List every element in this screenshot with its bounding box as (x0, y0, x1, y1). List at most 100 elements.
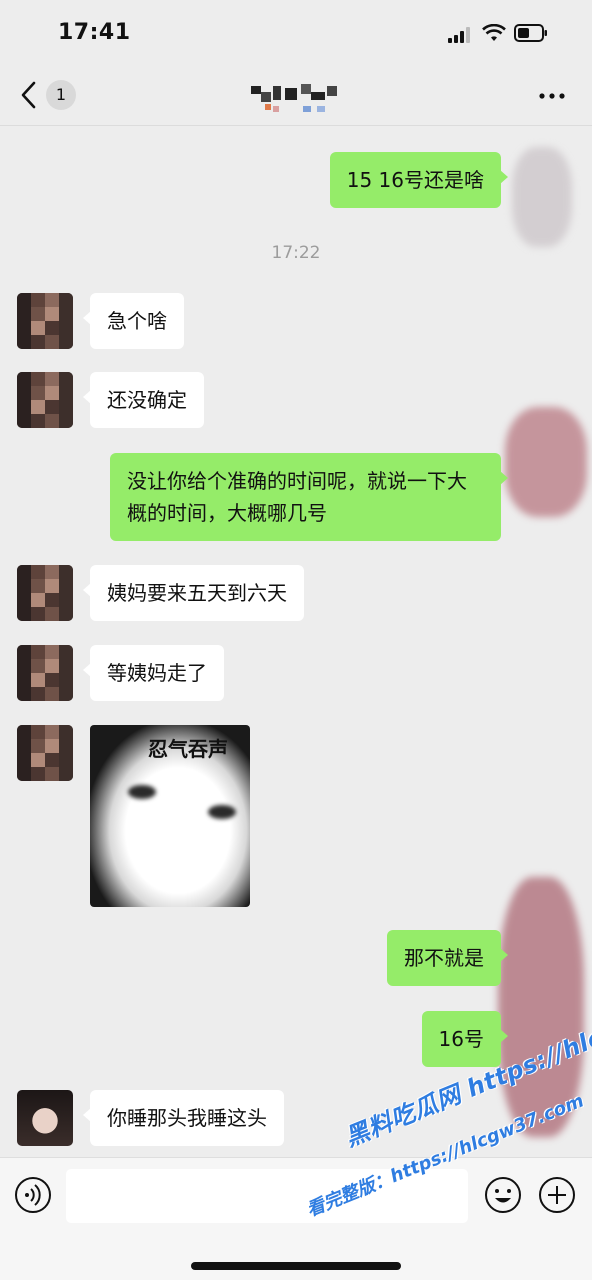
avatar-pixel (17, 400, 31, 414)
avatar-pixel (45, 386, 59, 400)
status-time: 17:41 (58, 20, 131, 45)
avatar-pixel (59, 565, 73, 579)
avatar-pixel (45, 687, 59, 701)
avatar-pixel (59, 687, 73, 701)
avatar-pixel (31, 687, 45, 701)
contact-avatar[interactable] (17, 565, 73, 621)
avatar-pixel (45, 372, 59, 386)
outgoing-message-bubble[interactable]: 没让你给个准确的时间呢，就说一下大概的时间，大概哪几号 (110, 453, 508, 541)
avatar-pixel (45, 414, 59, 428)
avatar-pixel (17, 414, 31, 428)
avatar-pixel (59, 335, 73, 349)
avatar-pixel (17, 293, 31, 307)
avatar-pixel (59, 593, 73, 607)
avatar-pixel (17, 565, 31, 579)
avatar-pixel (59, 386, 73, 400)
chat-message-list[interactable]: 15 16号还是啥 17:22 急个啥 还没确定 没让你给个准确的时间呢，就说一… (0, 127, 592, 1157)
avatar-pixel (31, 321, 45, 335)
avatar-pixel (17, 321, 31, 335)
unread-count-badge[interactable]: 1 (46, 80, 76, 110)
avatar-pixel (45, 725, 59, 739)
avatar-pixel (45, 607, 59, 621)
home-indicator (191, 1262, 401, 1270)
avatar-pixel (59, 659, 73, 673)
avatar-pixel (17, 335, 31, 349)
avatar-pixel (31, 400, 45, 414)
avatar-pixel (17, 753, 31, 767)
contact-name-pixelated (251, 84, 337, 112)
avatar-pixel (17, 739, 31, 753)
avatar-pixel (45, 400, 59, 414)
incoming-message-bubble[interactable]: 急个啥 (83, 293, 184, 349)
avatar-pixel (59, 400, 73, 414)
incoming-message-bubble[interactable]: 姨妈要来五天到六天 (83, 565, 304, 621)
plus-icon[interactable] (538, 1176, 576, 1214)
contact-avatar[interactable] (17, 293, 73, 349)
avatar-pixel (45, 767, 59, 781)
contact-avatar[interactable] (17, 725, 73, 781)
avatar-pixel (31, 753, 45, 767)
avatar-pixel (45, 753, 59, 767)
avatar-pixel (17, 593, 31, 607)
contact-avatar[interactable] (17, 1090, 73, 1146)
avatar-pixel (31, 579, 45, 593)
contact-avatar[interactable] (17, 645, 73, 701)
avatar-pixel (45, 579, 59, 593)
avatar-pixel (17, 725, 31, 739)
sticker-message[interactable]: 忍气吞声 (90, 725, 250, 907)
avatar-pixel (31, 565, 45, 579)
avatar-pixel (17, 659, 31, 673)
avatar-pixel (31, 307, 45, 321)
message-timestamp: 17:22 (271, 243, 321, 263)
avatar-pixel (45, 645, 59, 659)
avatar-pixel (59, 645, 73, 659)
avatar-pixel (31, 725, 45, 739)
avatar-pixel (59, 293, 73, 307)
more-icon[interactable] (538, 86, 566, 106)
incoming-message-bubble[interactable]: 你睡那头我睡这头 (83, 1090, 284, 1146)
avatar-pixel (59, 673, 73, 687)
battery-icon (514, 24, 547, 42)
avatar-pixel (45, 659, 59, 673)
avatar-pixel (31, 372, 45, 386)
avatar-pixel (45, 593, 59, 607)
avatar-pixel (31, 607, 45, 621)
avatar-pixel (31, 335, 45, 349)
avatar-pixel (17, 579, 31, 593)
avatar-pixel (31, 659, 45, 673)
avatar-pixel (45, 335, 59, 349)
voice-icon[interactable] (14, 1176, 52, 1214)
avatar-pixel (31, 593, 45, 607)
outgoing-message-bubble[interactable]: 那不就是 (387, 930, 508, 986)
incoming-message-bubble[interactable]: 等姨妈走了 (83, 645, 224, 701)
avatar-pixel (17, 687, 31, 701)
avatar-pixel (59, 753, 73, 767)
avatar-pixel (31, 739, 45, 753)
wifi-icon (482, 24, 506, 41)
avatar-pixel (59, 739, 73, 753)
signal-icon (448, 27, 470, 43)
avatar-pixel (31, 645, 45, 659)
avatar-pixel (17, 307, 31, 321)
avatar-pixel (45, 293, 59, 307)
blur-smudge (512, 147, 572, 247)
avatar-pixel (31, 386, 45, 400)
avatar-pixel (31, 767, 45, 781)
avatar-pixel (17, 386, 31, 400)
blur-smudge (505, 407, 587, 517)
message-input-bar (0, 1157, 592, 1280)
avatar-pixel (59, 607, 73, 621)
chat-nav-bar: 1 (0, 64, 592, 126)
emoji-icon[interactable] (484, 1176, 522, 1214)
avatar-pixel (59, 321, 73, 335)
avatar-pixel (17, 372, 31, 386)
avatar-pixel (59, 307, 73, 321)
avatar-pixel (59, 414, 73, 428)
contact-avatar[interactable] (17, 372, 73, 428)
back-icon[interactable] (18, 80, 40, 110)
avatar-pixel (59, 579, 73, 593)
avatar-pixel (45, 565, 59, 579)
outgoing-message-bubble[interactable]: 15 16号还是啥 (329, 152, 509, 208)
incoming-message-bubble[interactable]: 还没确定 (83, 372, 204, 428)
avatar-pixel (31, 414, 45, 428)
